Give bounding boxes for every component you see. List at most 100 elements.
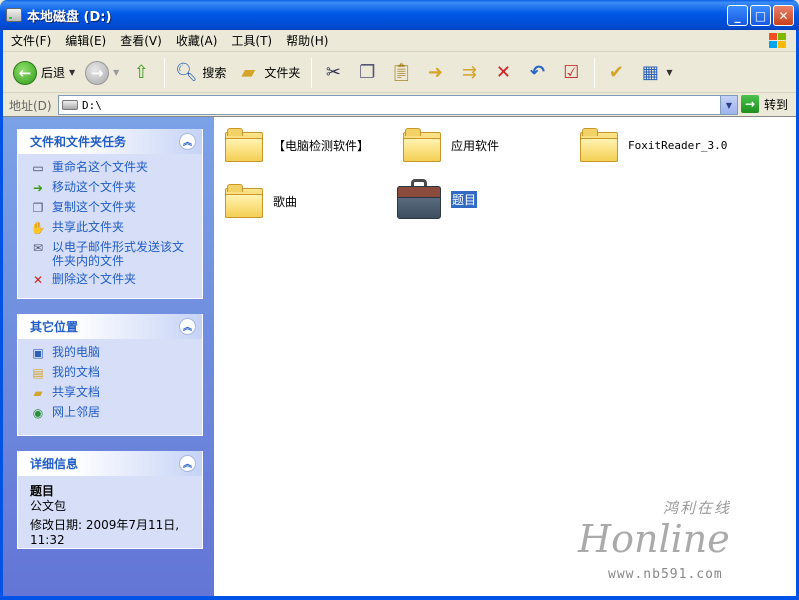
go-label: 转到: [764, 97, 789, 112]
collapse-icon[interactable]: ︽: [179, 455, 196, 472]
move-icon: ➜: [32, 181, 44, 195]
menu-help[interactable]: 帮助(H): [286, 32, 328, 49]
views-button[interactable]: ▦ ▼: [634, 56, 676, 90]
menu-file[interactable]: 文件(F): [11, 32, 51, 49]
folder-item[interactable]: 歌曲: [225, 184, 297, 218]
folder-options-button[interactable]: ✔: [600, 56, 632, 90]
forward-button[interactable]: → ▼: [81, 56, 123, 90]
window-controls: _ □ ✕: [727, 5, 794, 26]
watermark: 鸿利在线 Honline www.nb591.com: [568, 497, 788, 592]
address-input[interactable]: D:\ ▼: [58, 95, 738, 115]
move-to-icon: ➜: [427, 62, 443, 83]
title-bar[interactable]: 本地磁盘 (D:) _ □ ✕: [0, 0, 799, 30]
scissors-icon: ✂: [325, 62, 341, 83]
forward-arrow-icon: →: [85, 60, 110, 85]
window-border-bottom: [0, 596, 799, 600]
folder-icon: [225, 184, 263, 218]
back-label: 后退: [41, 66, 66, 80]
copy-icon: ❐: [32, 201, 44, 215]
task-pane: 文件和文件夹任务 ︽ ▭ 重命名这个文件夹 ➜ 移动这个文件夹 ❐ 复制这个文件夹 ✋…: [3, 117, 214, 597]
watermark-chinese: 鸿利在线: [663, 499, 732, 517]
panel-title: 其它位置: [30, 320, 79, 334]
briefcase-item[interactable]: 题目: [397, 179, 478, 219]
delete-icon: ✕: [32, 273, 44, 287]
place-my-documents[interactable]: ▤ 我的文档: [30, 365, 194, 381]
undo-button[interactable]: ↶: [521, 56, 553, 90]
task-rename[interactable]: ▭ 重命名这个文件夹: [30, 160, 194, 176]
file-name: 题目: [451, 190, 478, 208]
address-bar: 地址(D) D:\ ▼ → 转到: [3, 94, 796, 116]
rename-icon: ▭: [32, 161, 44, 175]
folder-item[interactable]: 【电脑检测软件】: [225, 128, 369, 162]
toolbar-separator: [164, 57, 166, 88]
paste-button[interactable]: 📋︎: [385, 56, 417, 90]
collapse-icon[interactable]: ︽: [179, 318, 196, 335]
copy-to-button[interactable]: ⇉: [453, 56, 485, 90]
undo-icon: ↶: [529, 62, 545, 83]
back-button[interactable]: ← 后退 ▼: [9, 56, 79, 90]
task-delete[interactable]: ✕ 删除这个文件夹: [30, 272, 194, 288]
copy-icon: ❐: [359, 62, 376, 83]
drive-icon: [62, 100, 78, 110]
properties-button[interactable]: ☑: [555, 56, 587, 90]
place-network[interactable]: ◉ 网上邻居: [30, 405, 194, 421]
briefcase-icon: [397, 179, 441, 219]
task-move[interactable]: ➜ 移动这个文件夹: [30, 180, 194, 196]
maximize-button[interactable]: □: [750, 5, 771, 26]
delete-button[interactable]: ✕: [487, 56, 519, 90]
place-my-computer[interactable]: ▣ 我的电脑: [30, 345, 194, 361]
delete-icon: ✕: [495, 62, 511, 83]
move-to-button[interactable]: ➜: [419, 56, 451, 90]
chevron-down-icon[interactable]: ▼: [69, 68, 75, 77]
folder-item[interactable]: 应用软件: [403, 128, 499, 162]
search-button[interactable]: 🔍︎ 搜索: [170, 56, 230, 90]
menu-favorites[interactable]: 收藏(A): [176, 32, 218, 49]
folders-button[interactable]: ▰ 文件夹: [232, 56, 304, 90]
folder-icon: [580, 128, 618, 162]
chevron-down-icon[interactable]: ▼: [113, 68, 119, 77]
copy-button[interactable]: ❐: [351, 56, 383, 90]
address-label: 地址(D): [9, 98, 52, 113]
panel-header[interactable]: 其它位置 ︽: [18, 314, 202, 339]
network-icon: ◉: [32, 406, 44, 420]
up-folder-button[interactable]: ⇧: [125, 56, 157, 90]
detail-item-name: 题目: [30, 484, 55, 498]
chevron-down-icon[interactable]: ▼: [666, 68, 672, 77]
place-shared-documents[interactable]: ▰ 共享文档: [30, 385, 194, 401]
file-name: 【电脑检测软件】: [273, 138, 370, 153]
task-copy[interactable]: ❐ 复制这个文件夹: [30, 200, 194, 216]
detail-modified-date: 修改日期: 2009年7月11日, 11:32: [30, 518, 180, 547]
menu-tools[interactable]: 工具(T): [231, 32, 272, 49]
toolbar-separator: [311, 57, 313, 88]
drive-icon: [6, 8, 22, 22]
copy-to-icon: ⇉: [461, 62, 477, 83]
minimize-button[interactable]: _: [727, 5, 748, 26]
task-share[interactable]: ✋ 共享此文件夹: [30, 220, 194, 236]
panel-header[interactable]: 文件和文件夹任务 ︽: [18, 129, 202, 154]
collapse-icon[interactable]: ︽: [179, 133, 196, 150]
computer-icon: ▣: [32, 346, 44, 360]
views-icon: ▦: [641, 62, 659, 83]
task-email[interactable]: ✉ 以电子邮件形式发送该文件夹内的文件: [30, 240, 194, 268]
file-name: 歌曲: [273, 194, 298, 209]
menu-edit[interactable]: 编辑(E): [65, 32, 106, 49]
watermark-logo: Honline: [578, 517, 730, 561]
detail-item-type: 公文包: [30, 499, 67, 513]
properties-icon: ☑: [563, 62, 580, 83]
chevron-down-icon[interactable]: ▼: [720, 96, 737, 114]
main-area: 文件和文件夹任务 ︽ ▭ 重命名这个文件夹 ➜ 移动这个文件夹 ❐ 复制这个文件夹 ✋…: [3, 116, 796, 597]
search-label: 搜索: [202, 66, 227, 80]
cut-button[interactable]: ✂: [317, 56, 349, 90]
window-title: 本地磁盘 (D:): [27, 9, 112, 25]
panel-title: 详细信息: [30, 457, 79, 471]
details-panel: 详细信息 ︽ 题目 公文包 修改日期: 2009年7月11日, 11:32: [17, 451, 203, 549]
folders-icon: ▰: [241, 62, 256, 83]
folders-label: 文件夹: [264, 66, 301, 80]
menu-view[interactable]: 查看(V): [120, 32, 162, 49]
email-icon: ✉: [32, 241, 44, 255]
go-button[interactable]: → 转到: [741, 95, 788, 113]
panel-header[interactable]: 详细信息 ︽: [18, 451, 202, 476]
folder-item[interactable]: FoxitReader_3.0: [580, 128, 727, 162]
close-button[interactable]: ✕: [773, 5, 794, 26]
paste-icon: 📋︎: [389, 62, 413, 83]
